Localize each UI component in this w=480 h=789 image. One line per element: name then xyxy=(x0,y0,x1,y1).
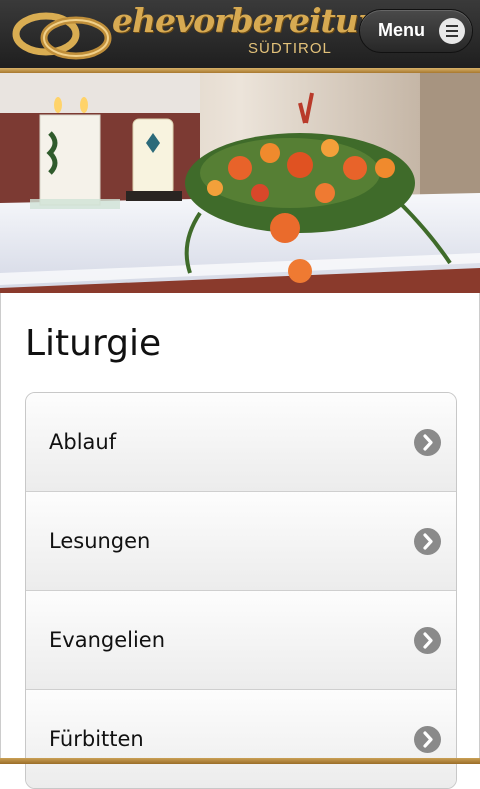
list-item-label: Fürbitten xyxy=(49,727,144,751)
hamburger-icon xyxy=(439,18,465,44)
list-item-lesungen[interactable]: Lesungen xyxy=(26,492,456,591)
chevron-right-icon xyxy=(414,429,441,456)
list-item-fuerbitten[interactable]: Fürbitten xyxy=(26,690,456,788)
site-header: ehevorbereitung SÜDTIROL Menu xyxy=(0,0,480,68)
site-logo-subtitle: SÜDTIROL xyxy=(248,40,332,57)
wedding-rings-icon xyxy=(12,12,112,60)
footer-accent-bar xyxy=(0,758,480,764)
list-item-evangelien[interactable]: Evangelien xyxy=(26,591,456,690)
chevron-right-icon xyxy=(414,627,441,654)
hero-image xyxy=(0,73,480,293)
list-item-label: Ablauf xyxy=(49,430,117,454)
main-content: Liturgie Ablauf Lesungen Evangelien Fürb… xyxy=(0,293,480,789)
liturgy-list: Ablauf Lesungen Evangelien Fürbitten xyxy=(25,392,457,789)
page-title: Liturgie xyxy=(25,323,162,364)
chevron-right-icon xyxy=(414,528,441,555)
chevron-right-icon xyxy=(414,726,441,753)
list-item-label: Lesungen xyxy=(49,529,151,553)
menu-button-label: Menu xyxy=(378,20,425,40)
list-item-label: Evangelien xyxy=(49,628,166,652)
menu-button[interactable]: Menu xyxy=(359,9,473,53)
list-item-ablauf[interactable]: Ablauf xyxy=(26,393,456,492)
